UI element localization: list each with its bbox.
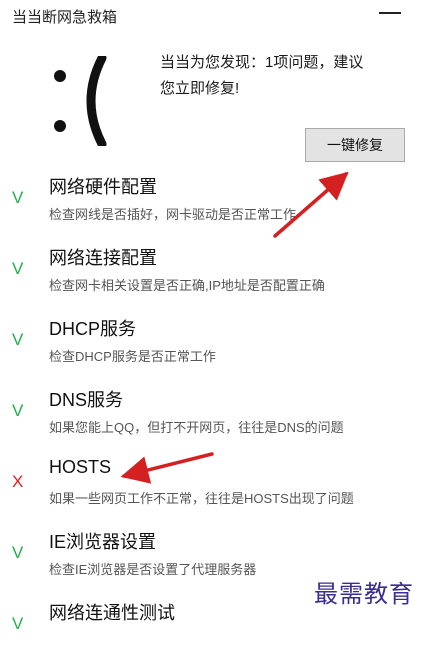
check-item-dns: V DNS服务 如果您能上QQ，但打不开网页，往往是DNS的问题	[0, 381, 437, 452]
sad-face-icon	[42, 56, 122, 146]
check-item-name: DHCP服务	[49, 319, 137, 339]
check-item-hosts: X HOSTS 如果一些网页工作不正常，往往是HOSTS出现了问题	[0, 452, 437, 523]
result-message-line2: 您立即修复!	[160, 80, 240, 97]
check-item-name: IE浏览器设置	[49, 532, 157, 552]
minimize-icon[interactable]	[377, 0, 403, 26]
check-item-name: HOSTS	[49, 457, 112, 477]
check-item-name: 网络连接配置	[49, 248, 157, 268]
result-message-line1: 当当为您发现：1项问题，建议	[160, 54, 364, 71]
check-item-name: 网络硬件配置	[49, 177, 157, 197]
check-item-network-hardware: V 网络硬件配置 检查网线是否插好，网卡驱动是否正常工作	[0, 168, 437, 239]
check-item-desc: 检查IE浏览器是否设置了代理服务器	[49, 562, 257, 577]
status-icon: X	[12, 472, 24, 491]
check-item-desc: 检查网线是否插好，网卡驱动是否正常工作	[49, 207, 297, 222]
check-item-name: 网络连通性测试	[49, 603, 175, 623]
title-bar: 当当断网急救箱	[0, 0, 437, 32]
check-item-dhcp: V DHCP服务 检查DHCP服务是否正常工作	[0, 310, 437, 381]
status-icon: V	[12, 543, 24, 562]
window-title: 当当断网急救箱	[12, 9, 118, 26]
watermark-logo: 最需教育	[314, 580, 414, 608]
result-message: 当当为您发现：1项问题，建议 您立即修复!	[160, 50, 420, 102]
check-item-desc: 如果您能上QQ，但打不开网页，往往是DNS的问题	[49, 420, 344, 435]
status-icon: V	[12, 614, 24, 633]
check-item-name: DNS服务	[49, 390, 124, 410]
status-icon: V	[12, 259, 24, 278]
status-icon: V	[12, 330, 24, 349]
check-item-network-connection: V 网络连接配置 检查网卡相关设置是否正确,IP地址是否配置正确	[0, 239, 437, 310]
status-icon: V	[12, 401, 24, 420]
one-click-fix-button[interactable]: 一键修复	[305, 128, 405, 162]
check-item-desc: 检查DHCP服务是否正常工作	[49, 349, 216, 364]
check-item-desc: 如果一些网页工作不正常，往往是HOSTS出现了问题	[49, 491, 354, 506]
check-item-desc: 检查网卡相关设置是否正确,IP地址是否配置正确	[49, 278, 325, 293]
status-icon: V	[12, 188, 24, 207]
